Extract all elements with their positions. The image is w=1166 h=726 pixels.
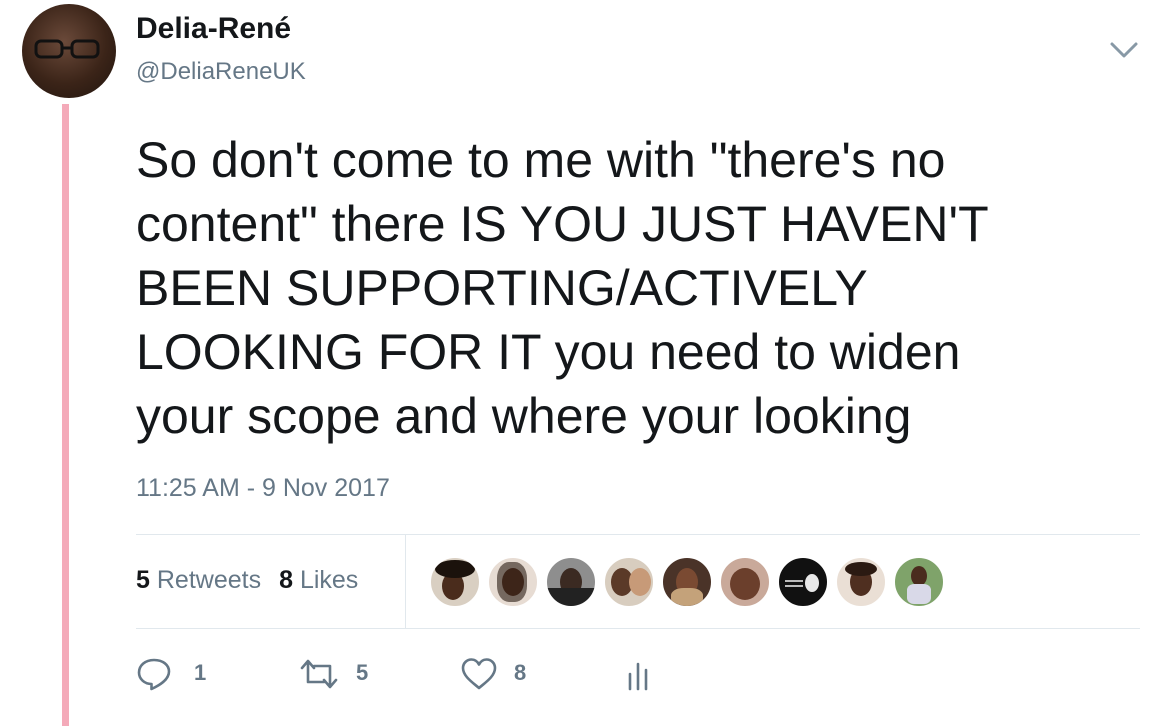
analytics-icon [628, 662, 648, 691]
retweet-icon [300, 659, 338, 689]
retweet-button[interactable]: 5 [298, 652, 388, 696]
stats-top-divider [136, 534, 1140, 535]
author-avatar[interactable] [22, 4, 116, 98]
tweet-actions: 1 5 8 [136, 652, 736, 698]
liker-avatar[interactable] [836, 557, 886, 607]
retweet-count: 5 [356, 660, 369, 685]
liker-avatar[interactable] [488, 557, 538, 607]
liker-avatar[interactable] [720, 557, 770, 607]
like-count: 8 [514, 660, 527, 685]
analytics-button[interactable] [624, 652, 664, 696]
like-button[interactable]: 8 [460, 652, 550, 696]
likes-label: Likes [299, 566, 359, 594]
heart-icon [461, 658, 497, 690]
liker-avatar[interactable] [894, 557, 944, 607]
retweets-stat[interactable]: 5 Retweets [136, 566, 261, 594]
tweet-text: So don't come to me with "there's no con… [136, 132, 989, 444]
thread-line [62, 104, 69, 726]
liker-avatar[interactable] [778, 557, 828, 607]
chevron-down-icon[interactable] [1106, 36, 1142, 64]
liker-avatar[interactable] [546, 557, 596, 607]
author-handle[interactable]: @DeliaReneUK [136, 58, 306, 86]
likes-count: 8 [279, 566, 293, 594]
liker-avatar[interactable] [604, 557, 654, 607]
stats-bottom-divider [136, 628, 1140, 629]
reply-icon [137, 658, 171, 691]
likes-stat[interactable]: 8 Likes [279, 566, 358, 594]
glasses-graphic [34, 39, 100, 59]
tweet-timestamp[interactable]: 11:25 AM - 9 Nov 2017 [136, 474, 390, 503]
liker-avatar[interactable] [430, 557, 480, 607]
retweets-count: 5 [136, 566, 150, 594]
engagement-stats: 5 Retweets 8 Likes [136, 566, 358, 595]
reply-button[interactable]: 1 [136, 652, 216, 696]
retweets-label: Retweets [156, 566, 262, 594]
author-name[interactable]: Delia-René [136, 12, 291, 46]
reply-count: 1 [194, 660, 207, 685]
stats-vertical-divider [405, 534, 406, 628]
liker-avatar[interactable] [662, 557, 712, 607]
